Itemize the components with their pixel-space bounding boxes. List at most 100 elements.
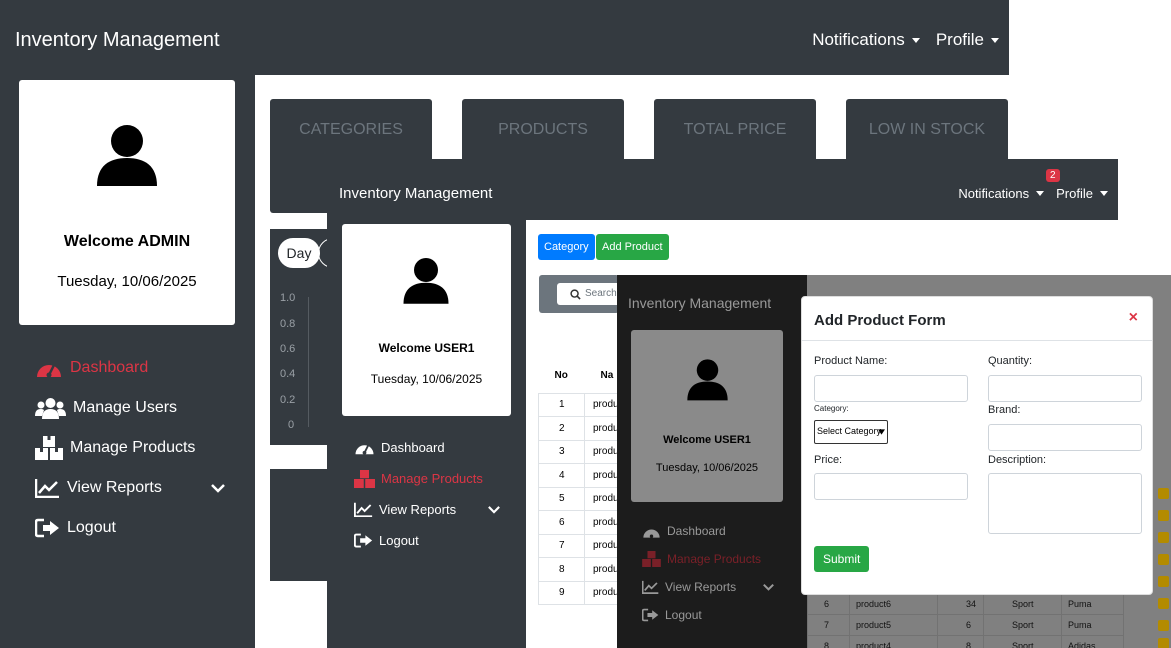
product-name-field[interactable] xyxy=(814,375,968,402)
profile-label: Profile xyxy=(935,30,984,49)
description-textarea[interactable] xyxy=(988,473,1142,534)
quantity-field[interactable] xyxy=(988,375,1142,402)
edit-icon[interactable] xyxy=(1158,488,1169,499)
table-row[interactable]: 5 product xyxy=(538,486,629,511)
sidebar-item-view-reports[interactable]: View Reports xyxy=(354,494,500,525)
table-header-row: No Na xyxy=(539,359,629,393)
sidebar-menu: Dashboard Manage Products View Reports L… xyxy=(354,432,500,556)
sidebar-menu: Dashboard Manage Users Manage Products V… xyxy=(35,348,225,548)
sidebar-item-dashboard[interactable]: Dashboard xyxy=(354,432,500,463)
table-row[interactable]: 3 product xyxy=(538,439,629,464)
category-label: Category: xyxy=(814,404,849,413)
sidebar-item-label: Logout xyxy=(67,519,116,536)
notifications-label: Notifications xyxy=(958,186,1030,201)
table-row[interactable]: 2 product xyxy=(538,416,629,441)
edit-icon[interactable] xyxy=(1158,620,1169,631)
sidebar-item-label: View Reports xyxy=(379,502,457,517)
category-button[interactable]: Category xyxy=(538,234,595,260)
sidebar-item-label: Logout xyxy=(379,533,419,548)
table-row[interactable]: 6 product6 34 Sport Puma xyxy=(807,593,1124,615)
y-axis-line xyxy=(308,297,309,427)
user1-sidebar: Welcome USER1 Tuesday, 10/06/2025 Dashbo… xyxy=(327,220,526,648)
edit-icon[interactable] xyxy=(1158,510,1169,521)
sidebar-item-label: Manage Products xyxy=(70,439,196,456)
users-icon xyxy=(35,398,66,419)
sidebar-item-label: Manage Products xyxy=(381,471,483,486)
edit-icon[interactable] xyxy=(1158,532,1169,543)
sidebar-item-dashboard[interactable]: Dashboard xyxy=(642,517,774,545)
price-field[interactable] xyxy=(814,473,968,500)
sidebar-item-label: Manage Products xyxy=(667,552,762,566)
nav-menu: Notifications Profile xyxy=(812,30,999,50)
app-title[interactable]: Inventory Management xyxy=(15,29,220,52)
logout-icon xyxy=(354,533,373,548)
user1-navbar: Inventory Management 2 Notifications Pro… xyxy=(327,159,1118,220)
edit-icon[interactable] xyxy=(1158,576,1169,587)
caret-down-icon xyxy=(911,37,920,43)
sidebar-item-dashboard[interactable]: Dashboard xyxy=(35,348,225,388)
search-input[interactable]: Search xyxy=(557,283,619,305)
table-row[interactable]: 8 product4 8 Sport Adidas xyxy=(807,635,1124,648)
table-row[interactable]: 7 product xyxy=(538,533,629,558)
cell-brand: Puma xyxy=(1061,593,1124,615)
table-row[interactable]: 6 product xyxy=(538,510,629,535)
y-tick: 0.8 xyxy=(280,318,296,330)
sidebar-item-logout[interactable]: Logout xyxy=(354,525,500,556)
add-product-button[interactable]: Add Product xyxy=(596,234,669,260)
brand-field[interactable] xyxy=(988,424,1142,451)
sidebar-item-manage-users[interactable]: Manage Users xyxy=(35,388,225,428)
table-row[interactable]: 7 product5 6 Sport Puma xyxy=(807,614,1124,636)
add-product-modal: Add Product Form × Product Name: Quantit… xyxy=(801,296,1153,595)
logout-icon xyxy=(35,518,59,538)
profile-dropdown[interactable]: Profile xyxy=(936,30,999,50)
cell-no: 3 xyxy=(538,439,585,464)
submit-button[interactable]: Submit xyxy=(814,546,870,572)
user-card: Welcome ADMIN Tuesday, 10/06/2025 xyxy=(19,80,235,325)
cell-no: 1 xyxy=(538,392,585,417)
cell-quantity: 8 xyxy=(937,635,984,648)
notifications-dropdown[interactable]: Notifications xyxy=(958,186,1045,201)
range-day-button[interactable]: Day xyxy=(278,238,320,268)
sidebar-menu: Dashboard Manage Products View Reports L… xyxy=(642,517,774,629)
close-icon[interactable]: × xyxy=(1129,309,1138,327)
caret-down-icon xyxy=(1100,191,1108,196)
products-table-dimmed: 6 product6 34 Sport Puma 7 product5 6 Sp… xyxy=(807,593,1124,648)
category-select[interactable]: Select Category xyxy=(814,420,888,444)
description-label: Description: xyxy=(988,454,1047,466)
profile-dropdown[interactable]: Profile xyxy=(1056,186,1108,201)
dashboard-icon xyxy=(37,364,61,378)
sidebar-item-manage-products[interactable]: Manage Products xyxy=(642,545,774,573)
table-row[interactable]: 8 product xyxy=(538,557,629,582)
sidebar-item-manage-products[interactable]: Manage Products xyxy=(35,428,225,468)
edit-icon[interactable] xyxy=(1158,554,1169,565)
date-text: Tuesday, 10/06/2025 xyxy=(655,462,759,474)
edit-icon[interactable] xyxy=(1158,598,1169,609)
chart-line-icon xyxy=(35,479,59,498)
sidebar-item-label: View Reports xyxy=(665,580,737,594)
y-tick: 0.6 xyxy=(280,343,296,355)
sidebar-item-label: Dashboard xyxy=(70,359,149,376)
chevron-down-icon[interactable] xyxy=(488,505,500,514)
chevron-down-icon[interactable] xyxy=(763,583,774,591)
sidebar-item-logout[interactable]: Logout xyxy=(642,601,774,629)
notifications-dropdown[interactable]: Notifications xyxy=(812,30,920,50)
table-row[interactable]: 9 product xyxy=(538,580,629,605)
stat-label: CATEGORIES xyxy=(299,121,403,138)
app-title[interactable]: Inventory Management xyxy=(339,185,492,202)
cell-category: Sport xyxy=(983,614,1062,636)
cell-name: product6 xyxy=(849,593,938,615)
chevron-down-icon[interactable] xyxy=(211,483,225,493)
date-text: Tuesday, 10/06/2025 xyxy=(57,273,197,290)
sidebar-item-manage-products[interactable]: Manage Products xyxy=(354,463,500,494)
table-row[interactable]: 4 product xyxy=(538,463,629,488)
table-row[interactable]: 1 product xyxy=(538,392,629,417)
sidebar-item-view-reports[interactable]: View Reports xyxy=(642,573,774,601)
sidebar-item-logout[interactable]: Logout xyxy=(35,508,225,548)
edit-icon[interactable] xyxy=(1158,638,1169,648)
cell-brand: Puma xyxy=(1061,614,1124,636)
sidebar-item-view-reports[interactable]: View Reports xyxy=(35,468,225,508)
stat-label: LOW IN STOCK xyxy=(868,121,986,138)
boxes-icon xyxy=(642,551,661,567)
cell-no: 8 xyxy=(807,635,850,648)
app-title: Inventory Management xyxy=(628,295,772,311)
